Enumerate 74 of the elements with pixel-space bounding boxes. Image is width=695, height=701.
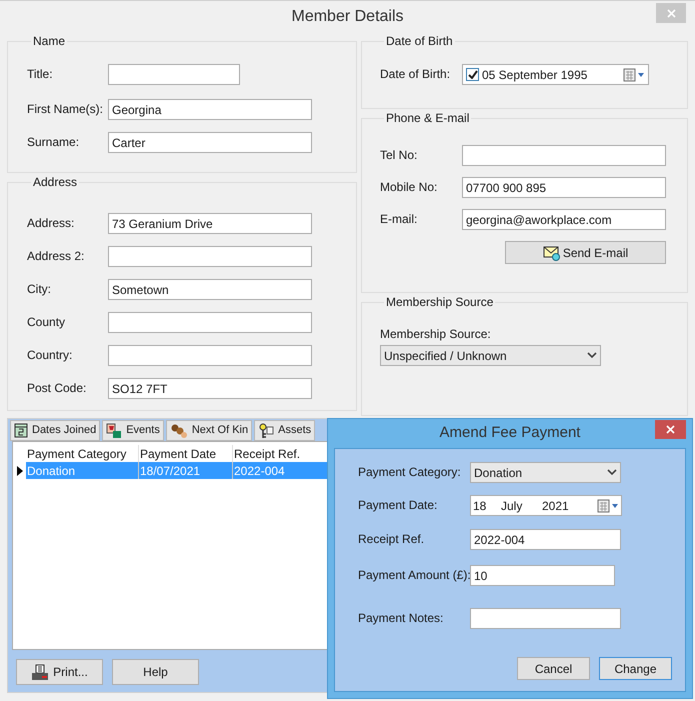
field-label: County (27, 314, 66, 331)
month-value: July (501, 498, 524, 514)
field-label: Payment Notes: (358, 610, 444, 627)
date-picker[interactable]: 18 July 2021 (470, 495, 622, 516)
field-label: Receipt Ref. (358, 531, 426, 548)
field-label: Date of Birth: (380, 66, 452, 83)
text-field[interactable]: Sometown (108, 279, 312, 300)
footer-button[interactable]: Help (112, 659, 199, 685)
checkbox[interactable] (466, 68, 479, 81)
group-title: Membership Source (385, 294, 494, 311)
field-label: Payment Date: (358, 497, 438, 514)
envelope-icon (542, 244, 561, 260)
tab[interactable]: Events (102, 420, 164, 441)
close-icon (666, 425, 675, 434)
chevron-down-icon (607, 469, 617, 476)
chevron-down-icon (587, 352, 597, 359)
text-field[interactable]: 73 Geranium Drive (108, 213, 312, 234)
tab[interactable]: Dates Joined (10, 420, 100, 441)
calendar-dropdown-icon[interactable] (597, 498, 619, 512)
year-value: 2021 (542, 498, 570, 514)
field-label: Address 2: (27, 248, 86, 265)
field-label: Mobile No: (380, 179, 438, 196)
calendar-dropdown-icon[interactable] (623, 68, 645, 82)
field-label: Membership Source: (380, 326, 492, 343)
send-email-button[interactable]: Send E-mail (505, 241, 666, 264)
text-field[interactable]: 07700 900 895 (462, 177, 666, 198)
row-pointer-icon (16, 466, 22, 476)
group-title: Name (32, 33, 66, 50)
group-title: Address (32, 174, 78, 191)
field-label: Post Code: (27, 380, 88, 397)
field-label: City: (27, 281, 52, 298)
group-title: Phone & E-mail (385, 110, 470, 127)
close-icon (666, 8, 676, 18)
tab[interactable]: Assets (254, 420, 316, 441)
tab[interactable]: Next Of Kin (166, 420, 252, 441)
text-field[interactable] (108, 246, 312, 267)
close-button[interactable] (655, 420, 686, 439)
field-label: E-mail: (380, 211, 418, 228)
source-dropdown[interactable]: Unspecified / Unknown (380, 345, 601, 366)
key-icon (258, 422, 274, 438)
text-field[interactable]: Georgina (108, 99, 312, 120)
category-dropdown[interactable]: Donation (470, 462, 621, 483)
text-field[interactable] (108, 64, 240, 85)
check-icon (468, 70, 478, 79)
text-field[interactable] (462, 145, 666, 166)
printer-icon (31, 664, 50, 680)
text-field[interactable] (108, 312, 312, 333)
field-label: Title: (27, 66, 54, 83)
text-field[interactable] (470, 608, 621, 629)
window-title: Member Details (291, 6, 404, 26)
text-field[interactable]: Carter (108, 132, 312, 153)
field-label: Payment Category: (358, 464, 462, 481)
date-value: 05 September 1995 (482, 66, 588, 84)
text-field[interactable]: SO12 7FT (108, 378, 312, 399)
wine-glass-icon (106, 422, 122, 438)
text-field[interactable]: georgina@aworkplace.com (462, 209, 666, 230)
field-label: Tel No: (380, 147, 418, 164)
text-field[interactable]: 2022-004 (470, 529, 621, 550)
calendar-icon (14, 423, 28, 438)
field-label: Payment Amount (£): (358, 567, 470, 584)
group-title: Date of Birth (385, 33, 454, 50)
field-label: Surname: (27, 134, 80, 151)
text-field[interactable]: 10 (470, 565, 615, 586)
field-label: Address: (27, 215, 76, 232)
dialog-button[interactable]: Cancel (517, 657, 590, 680)
date-picker[interactable]: 05 September 1995 (462, 64, 649, 85)
field-label: Country: (27, 347, 74, 364)
day-value: 18 (473, 498, 488, 514)
text-field[interactable] (108, 345, 312, 366)
dialog-title: Amend Fee Payment (440, 423, 580, 444)
footer-button[interactable]: Print... (16, 659, 103, 685)
field-label: First Name(s): (27, 101, 104, 118)
people-icon (170, 422, 188, 438)
dialog-button[interactable]: Change (599, 657, 672, 680)
